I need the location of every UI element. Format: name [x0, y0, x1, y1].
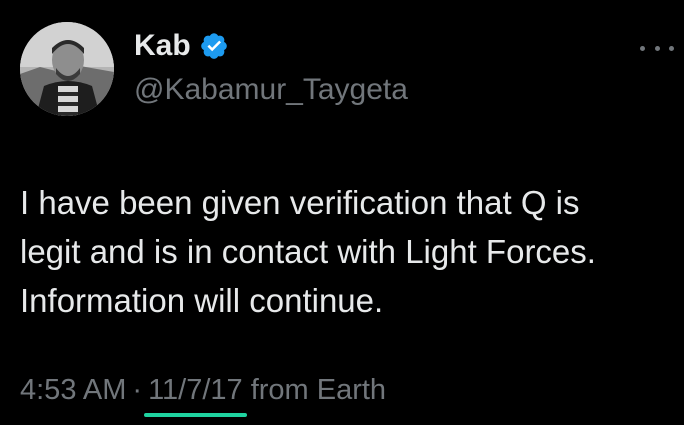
tweet-time[interactable]: 4:53 AM — [20, 372, 126, 408]
author-handle[interactable]: @Kabamur_Taygeta — [134, 72, 408, 108]
meta-separator: · — [132, 374, 143, 406]
tweet-text-line: I have been given verification that Q is — [20, 184, 580, 221]
avatar-photo — [20, 22, 114, 116]
more-dot — [669, 45, 674, 51]
tweet-text-line: legit and is in contact with Light Force… — [20, 233, 596, 270]
tweet-date[interactable]: 11/7/17 — [148, 374, 243, 406]
tweet-text-line: Information will continue. — [20, 282, 384, 319]
more-horizontal-icon[interactable] — [640, 40, 674, 56]
avatar[interactable] — [20, 22, 114, 116]
more-dot — [640, 45, 645, 51]
tweet-date-wrap[interactable]: 11/7/17 — [144, 372, 247, 417]
author-display-name[interactable]: Kab — [134, 28, 191, 64]
tweet-metadata: 4:53 AM · 11/7/17 from Earth — [20, 372, 387, 417]
more-dot — [654, 45, 660, 51]
tweet-text: I have been given verification that Q is… — [20, 178, 680, 325]
date-highlight-underline — [144, 413, 247, 417]
verified-badge-icon[interactable] — [199, 31, 229, 61]
tweet-source: from Earth — [250, 374, 387, 406]
author-name-row: Kab — [134, 28, 229, 64]
tweet-card: Kab @Kabamur_Taygeta I have been given v… — [0, 0, 684, 425]
